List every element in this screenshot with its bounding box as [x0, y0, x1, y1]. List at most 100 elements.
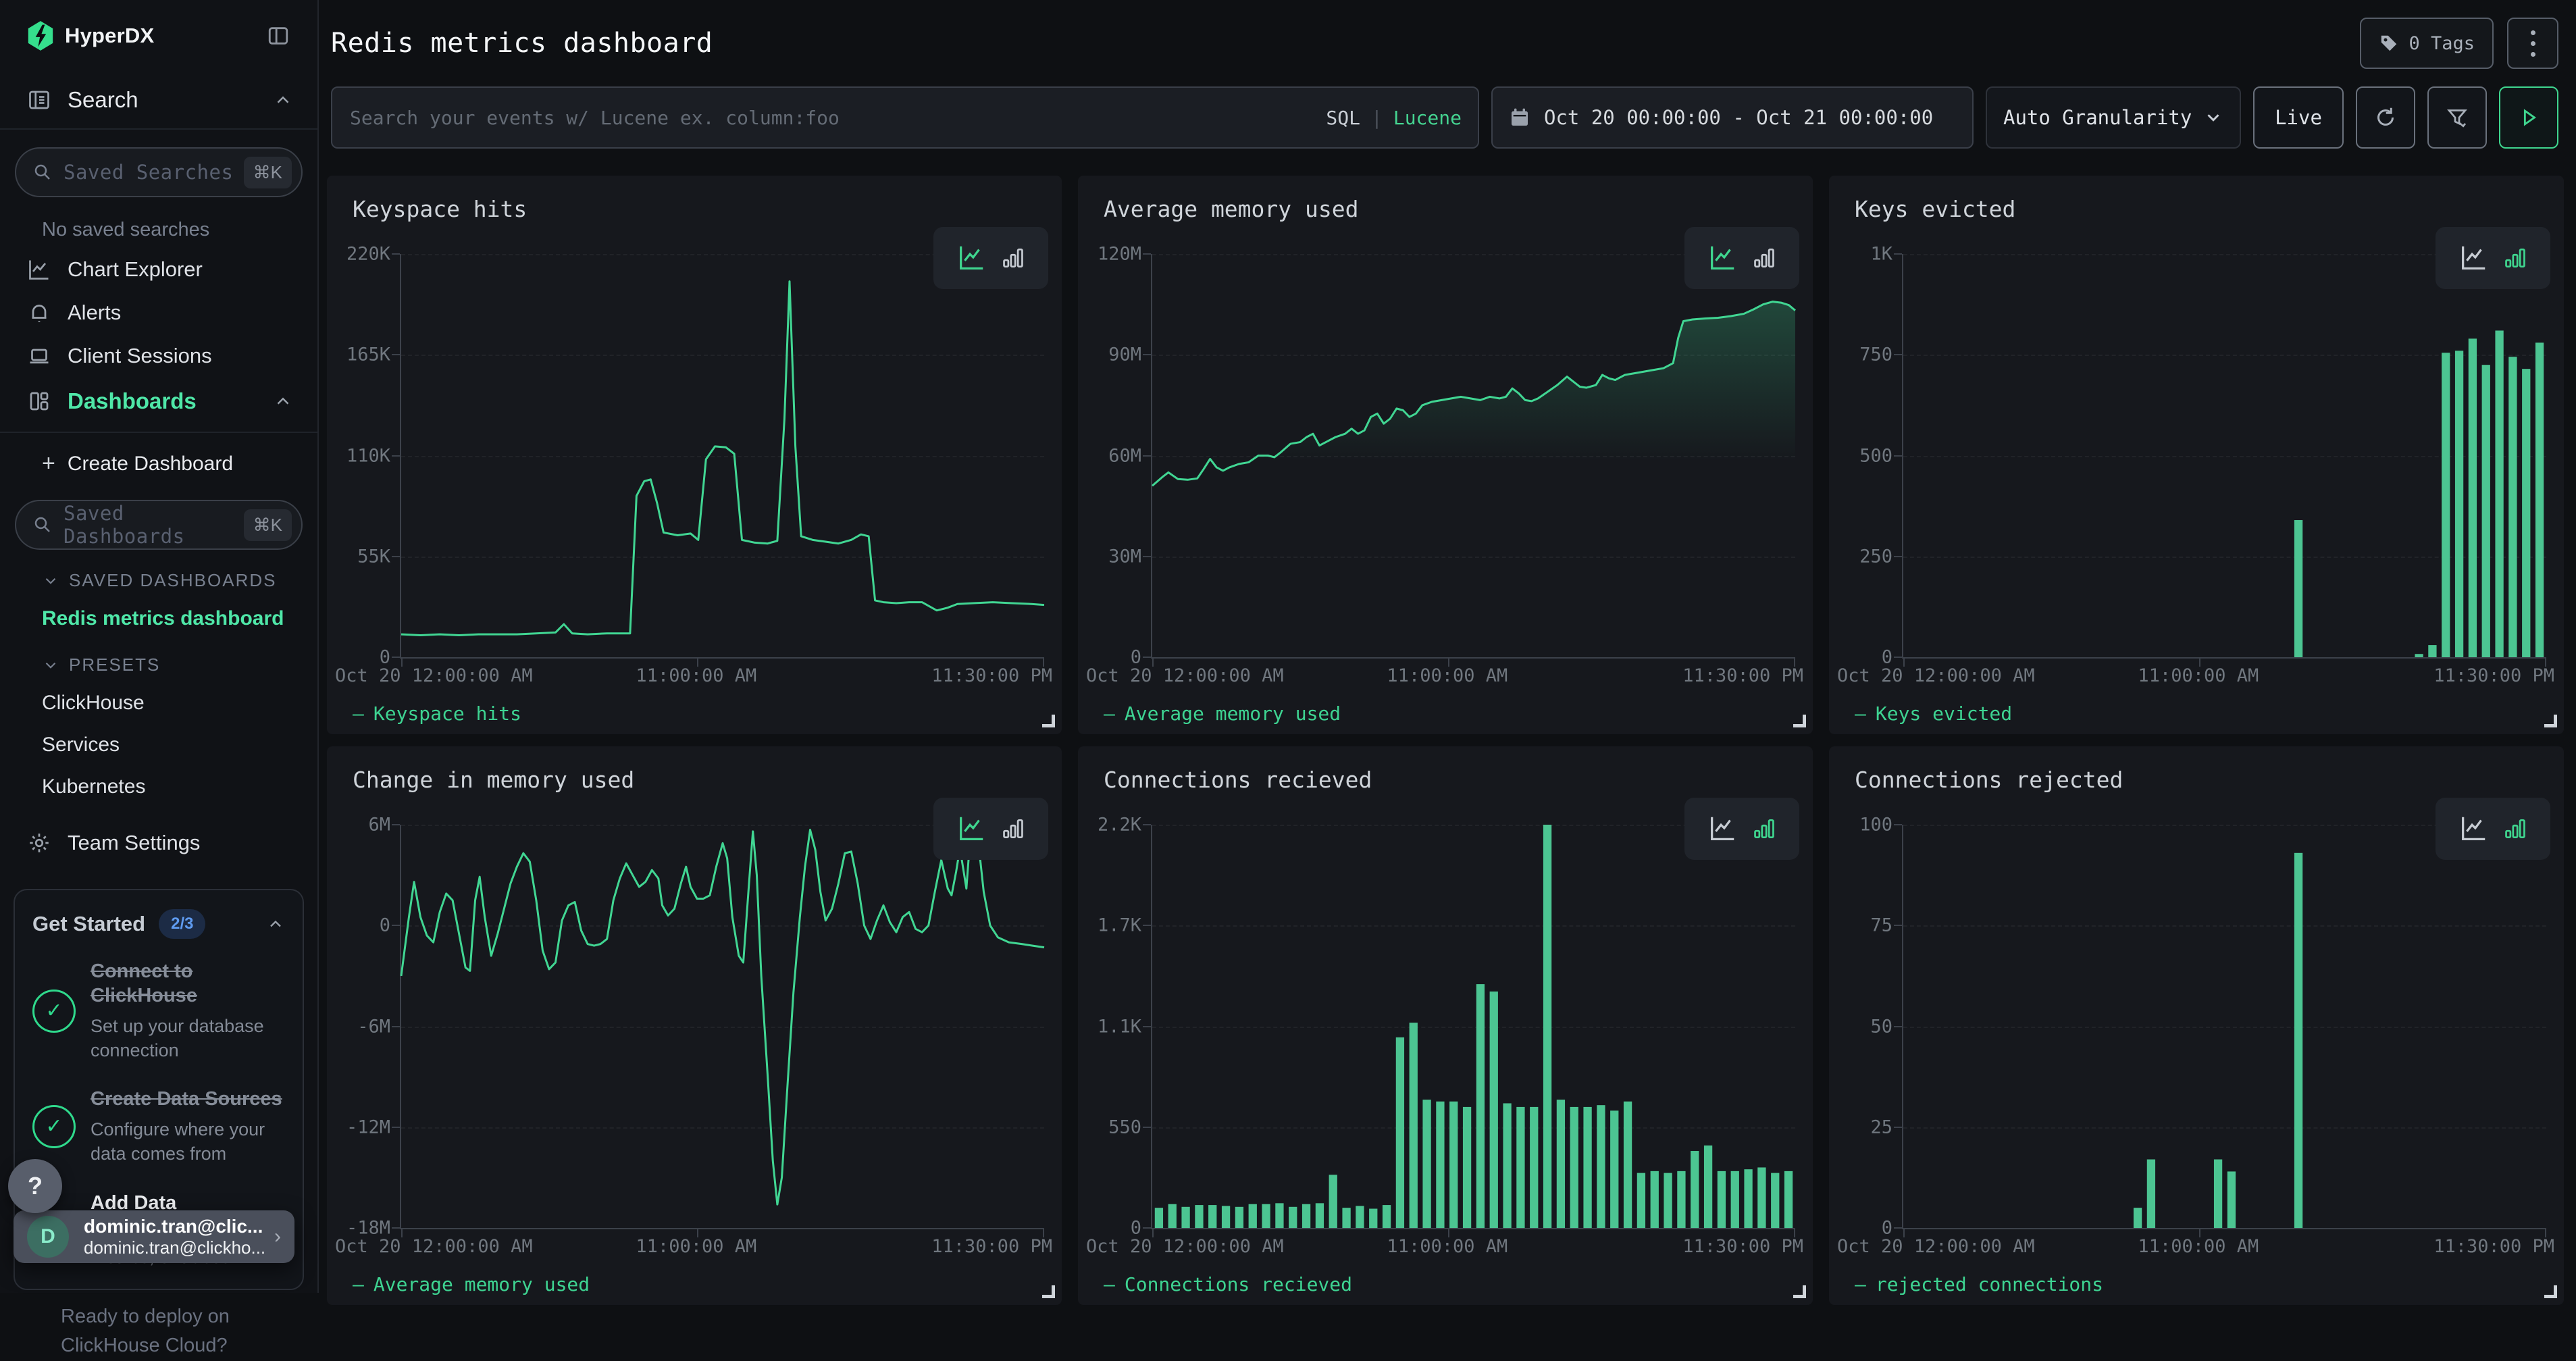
line-chart-icon[interactable]: [956, 242, 987, 274]
line-chart-icon[interactable]: [956, 813, 987, 844]
refresh-icon: [2373, 105, 2398, 130]
chart-plot[interactable]: 1007550250: [1902, 825, 2546, 1229]
saved-searches-input[interactable]: Saved Searches ⌘K: [15, 147, 303, 197]
chart-type-toggle: [933, 798, 1048, 860]
chart-legend[interactable]: —Average memory used: [353, 1273, 590, 1295]
panel-connections-rejected: Connections rejected 1007550250 Oct 20 1…: [1829, 746, 2564, 1305]
chart-explorer-icon: [27, 257, 51, 282]
sidebar: HyperDX Search Saved Searches ⌘K No save…: [0, 0, 319, 1293]
chart-legend[interactable]: —Keys evicted: [1855, 702, 2012, 725]
chevron-down-icon: [2203, 107, 2223, 128]
live-button[interactable]: Live: [2253, 86, 2344, 149]
no-saved-searches-text: No saved searches: [0, 203, 317, 248]
chart-type-toggle: [933, 227, 1048, 289]
resize-handle[interactable]: [2544, 715, 2557, 727]
sql-mode-toggle[interactable]: SQL: [1326, 107, 1360, 129]
x-axis-labels: Oct 20 12:00:00 AM11:00:00 AM11:30:00 PM: [1151, 1236, 1795, 1260]
search-icon: [32, 515, 53, 535]
y-axis-label: 100: [1859, 815, 1892, 836]
line-chart-icon[interactable]: [1707, 242, 1738, 274]
chart-legend[interactable]: —rejected connections: [1855, 1273, 2103, 1295]
sidebar-item-team-settings[interactable]: Team Settings: [0, 808, 317, 862]
sidebar-collapse-icon[interactable]: [263, 21, 293, 51]
chart-plot[interactable]: 220K165K110K55K0: [400, 254, 1044, 659]
chevron-up-icon[interactable]: [273, 90, 293, 110]
granularity-select[interactable]: Auto Granularity: [1986, 86, 2241, 149]
bar-chart-icon[interactable]: [2502, 816, 2528, 842]
refresh-button[interactable]: [2356, 86, 2415, 149]
sidebar-item-client-sessions[interactable]: Client Sessions: [0, 334, 317, 378]
saved-dashboards-input[interactable]: Saved Dashboards ⌘K: [15, 500, 303, 550]
sidebar-item-redis-dashboard[interactable]: Redis metrics dashboard: [0, 598, 317, 640]
help-button[interactable]: ?: [8, 1159, 62, 1213]
event-search-box: SQL | Lucene: [331, 86, 1479, 149]
y-axis-label: 550: [1108, 1116, 1141, 1137]
sidebar-item-services[interactable]: Services: [0, 724, 317, 766]
y-axis-label: -18M: [346, 1218, 390, 1239]
resize-handle[interactable]: [1042, 1285, 1055, 1298]
y-axis-label: 0: [1882, 1218, 1892, 1239]
avatar: D: [27, 1216, 69, 1258]
chart-legend[interactable]: —Keyspace hits: [353, 702, 521, 725]
y-axis-label: 1K: [1870, 244, 1892, 265]
y-axis-label: 25: [1870, 1116, 1892, 1137]
chevron-up-icon[interactable]: [273, 391, 293, 411]
tags-button[interactable]: 0 Tags: [2360, 18, 2494, 69]
deploy-banner[interactable]: Ready to deploy on ClickHouse Cloud?: [0, 1290, 317, 1361]
y-axis-label: 165K: [346, 344, 390, 365]
brand[interactable]: HyperDX: [27, 21, 263, 51]
bar-chart-icon[interactable]: [1751, 245, 1777, 271]
sidebar-item-search[interactable]: Search: [0, 72, 317, 130]
saved-searches-placeholder: Saved Searches: [63, 161, 244, 184]
resize-handle[interactable]: [2544, 1285, 2557, 1298]
main-content: Redis metrics dashboard 0 Tags SQL | Luc…: [319, 0, 2576, 1293]
kebab-menu-button[interactable]: [2507, 18, 2558, 69]
chart-plot[interactable]: 1K7505002500: [1902, 254, 2546, 659]
panel-keyspace-hits: Keyspace hits 220K165K110K55K0 Oct 20 12…: [327, 176, 1062, 734]
sidebar-item-dashboards[interactable]: Dashboards: [0, 378, 317, 425]
bar-chart-icon[interactable]: [1751, 816, 1777, 842]
presets-header[interactable]: PRESETS: [0, 640, 317, 682]
filter-funnel-icon: [2445, 105, 2469, 130]
get-started-step-datasources[interactable]: ✓ Create Data Sources Configure where yo…: [32, 1087, 285, 1166]
run-query-button[interactable]: [2499, 86, 2558, 149]
resize-handle[interactable]: [1042, 715, 1055, 727]
y-axis-label: 75: [1870, 915, 1892, 936]
chart-title: Average memory used: [1104, 196, 1359, 222]
bar-chart-icon[interactable]: [1000, 245, 1026, 271]
sidebar-item-alerts[interactable]: Alerts: [0, 291, 317, 334]
chevron-up-icon[interactable]: [266, 915, 285, 933]
saved-dashboards-header[interactable]: SAVED DASHBOARDS: [0, 555, 317, 598]
user-menu[interactable]: D dominic.tran@clic... dominic.tran@clic…: [14, 1210, 294, 1263]
lucene-mode-toggle[interactable]: Lucene: [1393, 107, 1462, 129]
line-chart-icon[interactable]: [2458, 242, 2489, 274]
line-chart-icon[interactable]: [1707, 813, 1738, 844]
filter-button[interactable]: [2427, 86, 2487, 149]
chevron-down-icon: [42, 572, 59, 590]
dashboards-icon: [27, 389, 51, 413]
chart-legend[interactable]: —Connections recieved: [1104, 1273, 1352, 1295]
gear-icon: [27, 831, 51, 855]
resize-handle[interactable]: [1793, 1285, 1806, 1298]
bell-icon: [27, 301, 51, 325]
get-started-step-connect[interactable]: ✓ Connect to ClickHouse Set up your data…: [32, 959, 285, 1062]
create-dashboard-button[interactable]: + Create Dashboard: [0, 437, 317, 482]
chart-plot[interactable]: 2.2K1.7K1.1K5500: [1151, 825, 1795, 1229]
event-search-input[interactable]: [349, 106, 1326, 130]
sidebar-item-chart-explorer[interactable]: Chart Explorer: [0, 248, 317, 291]
y-axis-label: 0: [380, 647, 390, 668]
chart-legend[interactable]: —Average memory used: [1104, 702, 1341, 725]
hyperdx-logo-icon: [27, 21, 54, 51]
panel-connections-recieved: Connections recieved 2.2K1.7K1.1K5500 Oc…: [1078, 746, 1813, 1305]
sidebar-item-kubernetes[interactable]: Kubernetes: [0, 766, 317, 808]
resize-handle[interactable]: [1793, 715, 1806, 727]
line-chart-icon[interactable]: [2458, 813, 2489, 844]
bar-chart-icon[interactable]: [2502, 245, 2528, 271]
chart-plot[interactable]: 120M90M60M30M0: [1151, 254, 1795, 659]
chart-plot[interactable]: 6M0-6M-12M-18M: [400, 825, 1044, 1229]
chart-title: Keys evicted: [1855, 196, 2015, 222]
date-range-picker[interactable]: Oct 20 00:00:00 - Oct 21 00:00:00: [1491, 86, 1974, 149]
bar-chart-icon[interactable]: [1000, 816, 1026, 842]
chart-title: Keyspace hits: [353, 196, 527, 222]
sidebar-item-clickhouse[interactable]: ClickHouse: [0, 682, 317, 724]
